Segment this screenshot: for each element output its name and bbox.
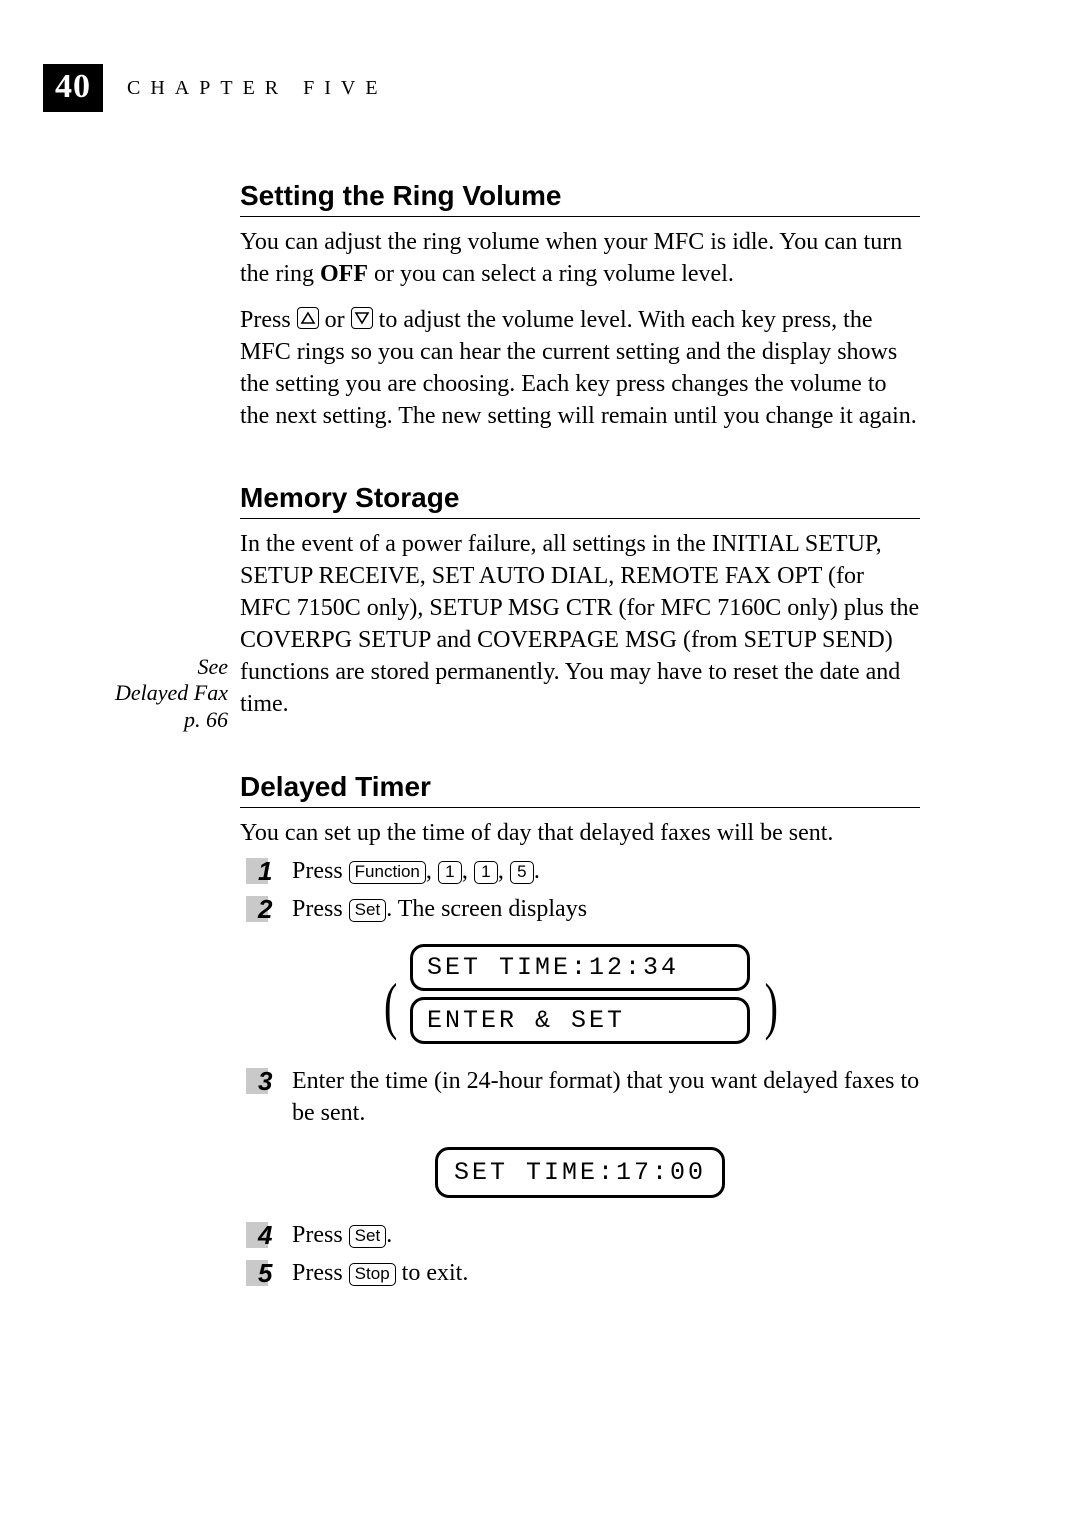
lcd-line-1: SET TIME:12:34 — [410, 944, 750, 991]
section-title-ring-volume: Setting the Ring Volume — [240, 180, 940, 212]
step-number-5: 5 — [240, 1258, 292, 1289]
cycle-left-icon: ( — [384, 967, 397, 1042]
step-number-3: 3 — [240, 1066, 292, 1097]
section-rule — [240, 518, 920, 519]
stop-key-icon: Stop — [349, 1263, 396, 1286]
set-key-icon: Set — [349, 899, 387, 922]
step-1: 1 Press Function, 1, 1, 5. — [240, 856, 940, 888]
margin-note-line2: Delayed Fax — [115, 680, 228, 705]
step-4-text: Press Set. — [292, 1220, 940, 1252]
lcd-single-box: SET TIME:17:00 — [435, 1147, 725, 1198]
lcd-line-2: ENTER & SET — [410, 997, 750, 1044]
set-key-icon: Set — [349, 1225, 387, 1248]
page-number: 40 — [43, 64, 103, 112]
margin-note-delayed-fax: See Delayed Fax p. 66 — [98, 654, 228, 733]
step-2: 2 Press Set. The screen displays — [240, 894, 940, 926]
page-header: 40 CHAPTER FIVE — [43, 64, 388, 112]
chapter-label: CHAPTER FIVE — [127, 77, 388, 100]
function-key-icon: Function — [349, 861, 426, 884]
ring-volume-paragraph-2: Press or to adjust the volume level. Wit… — [240, 305, 920, 433]
up-arrow-key-icon — [297, 307, 319, 329]
step-5-text: Press Stop to exit. — [292, 1258, 940, 1290]
key-5-icon: 5 — [510, 861, 534, 884]
down-arrow-key-icon — [351, 307, 373, 329]
cycle-right-icon: ) — [765, 967, 778, 1042]
lcd-display-2: SET TIME:17:00 — [240, 1147, 920, 1198]
memory-storage-paragraph: In the event of a power failure, all set… — [240, 529, 920, 720]
section-title-memory-storage: Memory Storage — [240, 482, 940, 514]
delayed-timer-intro: You can set up the time of day that dela… — [240, 818, 920, 850]
lcd-display-1: ( SET TIME:12:34 ENTER & SET ) — [240, 944, 920, 1044]
step-3: 3 Enter the time (in 24-hour format) tha… — [240, 1066, 940, 1130]
main-content: Setting the Ring Volume You can adjust t… — [240, 180, 940, 1296]
manual-page: 40 CHAPTER FIVE See Delayed Fax p. 66 Se… — [0, 0, 1080, 1519]
step-3-text: Enter the time (in 24-hour format) that … — [292, 1066, 940, 1130]
step-1-text: Press Function, 1, 1, 5. — [292, 856, 940, 888]
step-number-4: 4 — [240, 1220, 292, 1251]
section-rule — [240, 807, 920, 808]
ring-volume-paragraph-1: You can adjust the ring volume when your… — [240, 227, 920, 291]
key-1-icon: 1 — [438, 861, 462, 884]
step-4: 4 Press Set. — [240, 1220, 940, 1252]
lcd-double-box: ( SET TIME:12:34 ENTER & SET ) — [410, 944, 750, 1044]
step-number-1: 1 — [240, 856, 292, 887]
section-title-delayed-timer: Delayed Timer — [240, 771, 940, 803]
step-number-2: 2 — [240, 894, 292, 925]
margin-note-line1: See — [197, 654, 228, 679]
step-5: 5 Press Stop to exit. — [240, 1258, 940, 1290]
key-1-icon: 1 — [474, 861, 498, 884]
section-rule — [240, 216, 920, 217]
margin-note-line3: p. 66 — [184, 707, 228, 732]
step-2-text: Press Set. The screen displays — [292, 894, 940, 926]
